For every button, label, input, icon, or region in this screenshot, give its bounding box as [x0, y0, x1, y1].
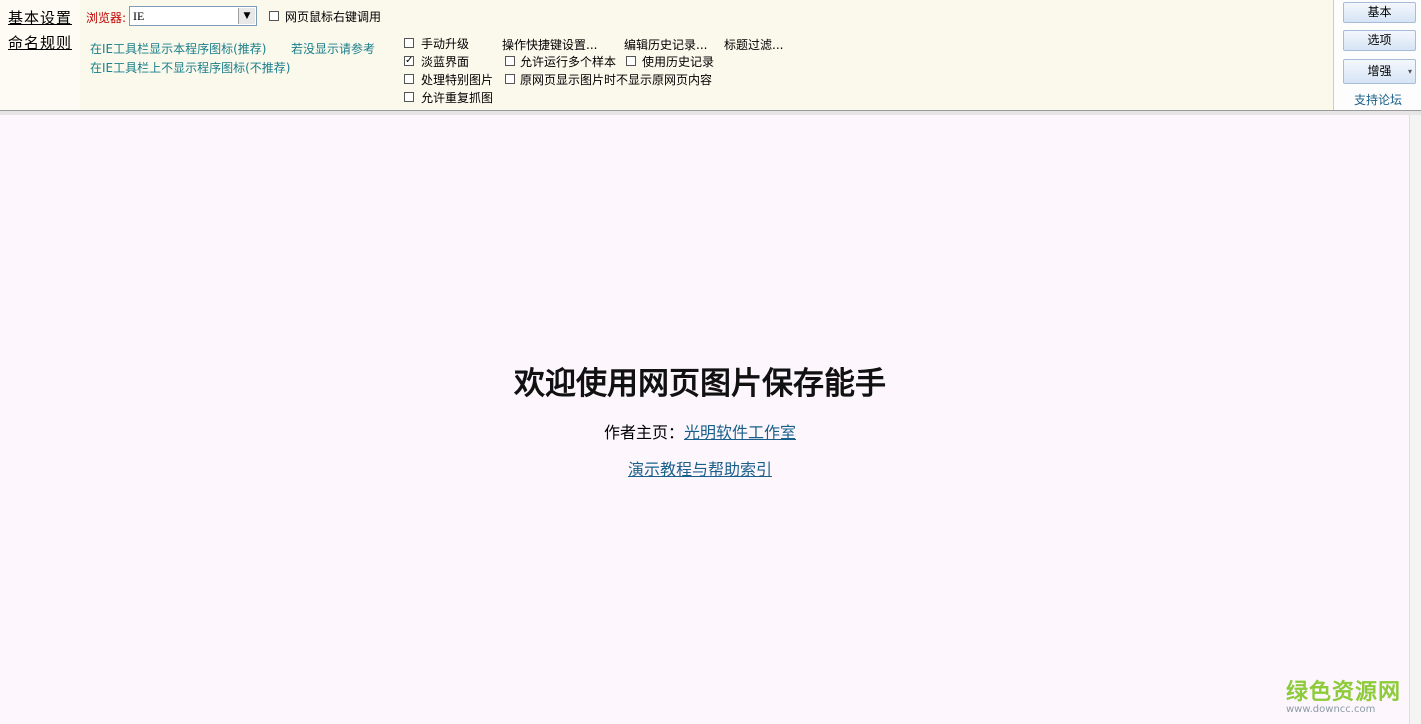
show-icon-link[interactable]: 在IE工具栏显示本程序图标(推荐)	[90, 40, 267, 57]
special-images-checkbox[interactable]	[404, 74, 414, 84]
nav-naming-rules[interactable]: 命名规则	[8, 32, 72, 53]
watermark-text: 绿色资源网	[1286, 680, 1402, 705]
enhance-button-label: 增强	[1367, 64, 1392, 78]
browser-label: 浏览器:	[86, 11, 127, 25]
manual-upgrade-label: 手动升级	[421, 37, 470, 51]
support-forum-link[interactable]: 支持论坛	[1354, 91, 1402, 108]
edit-history-link[interactable]: 编辑历史记录...	[624, 36, 707, 53]
light-blue-ui-label: 淡蓝界面	[421, 55, 470, 69]
right-panel: 基本 选项 增强 ▾ 支持论坛	[1333, 0, 1421, 110]
multi-instance-label: 允许运行多个样本	[520, 55, 617, 69]
reference-link[interactable]: 若没显示请参考	[291, 40, 375, 57]
welcome-title: 欢迎使用网页图片保存能手	[514, 366, 886, 402]
author-row: 作者主页：光明软件工作室	[0, 419, 1400, 443]
chevron-down-icon[interactable]: ▼	[238, 8, 255, 24]
allow-duplicate-label: 允许重复抓图	[421, 91, 494, 105]
manual-upgrade-checkbox[interactable]	[404, 38, 414, 48]
vertical-scrollbar[interactable]	[1409, 115, 1421, 724]
multi-instance-checkbox[interactable]	[505, 56, 515, 66]
browser-select[interactable]: IE ▼	[129, 6, 257, 26]
author-homepage-link[interactable]: 光明软件工作室	[684, 423, 796, 442]
use-history-checkbox[interactable]	[626, 56, 636, 66]
allow-duplicate-checkbox[interactable]	[404, 92, 414, 102]
use-history-label: 使用历史记录	[642, 55, 715, 69]
left-nav: 基本设置 命名规则	[0, 0, 80, 110]
author-prefix: 作者主页：	[603, 423, 684, 442]
options-button[interactable]: 选项	[1343, 30, 1416, 51]
watermark: 绿色资源网 www.downcc.com	[1286, 674, 1401, 715]
panel-divider[interactable]	[0, 110, 1421, 115]
right-click-label: 网页鼠标右键调用	[285, 10, 382, 24]
basic-button[interactable]: 基本	[1343, 2, 1416, 23]
special-images-label: 处理特别图片	[421, 73, 494, 87]
hide-icon-link[interactable]: 在IE工具栏上不显示程序图标(不推荐)	[90, 59, 291, 76]
right-click-checkbox[interactable]	[269, 11, 279, 21]
title-filter-link[interactable]: 标题过滤...	[724, 36, 783, 53]
enhance-button[interactable]: 增强 ▾	[1343, 59, 1416, 84]
hide-original-content-checkbox[interactable]	[505, 74, 515, 84]
help-index-link[interactable]: 演示教程与帮助索引	[0, 456, 1400, 480]
settings-toolbar: 基本设置 命名规则 浏览器: IE ▼ 网页鼠标右键调用 在IE工具栏显示本程序…	[0, 0, 1421, 110]
hide-original-content-label: 原网页显示图片时不显示原网页内容	[520, 73, 713, 87]
shortcut-settings-link[interactable]: 操作快捷键设置...	[502, 36, 597, 53]
chevron-down-icon: ▾	[1407, 67, 1412, 76]
nav-basic-settings[interactable]: 基本设置	[8, 7, 72, 28]
browser-select-value: IE	[133, 9, 145, 23]
light-blue-ui-checkbox[interactable]: ✓	[404, 56, 414, 66]
